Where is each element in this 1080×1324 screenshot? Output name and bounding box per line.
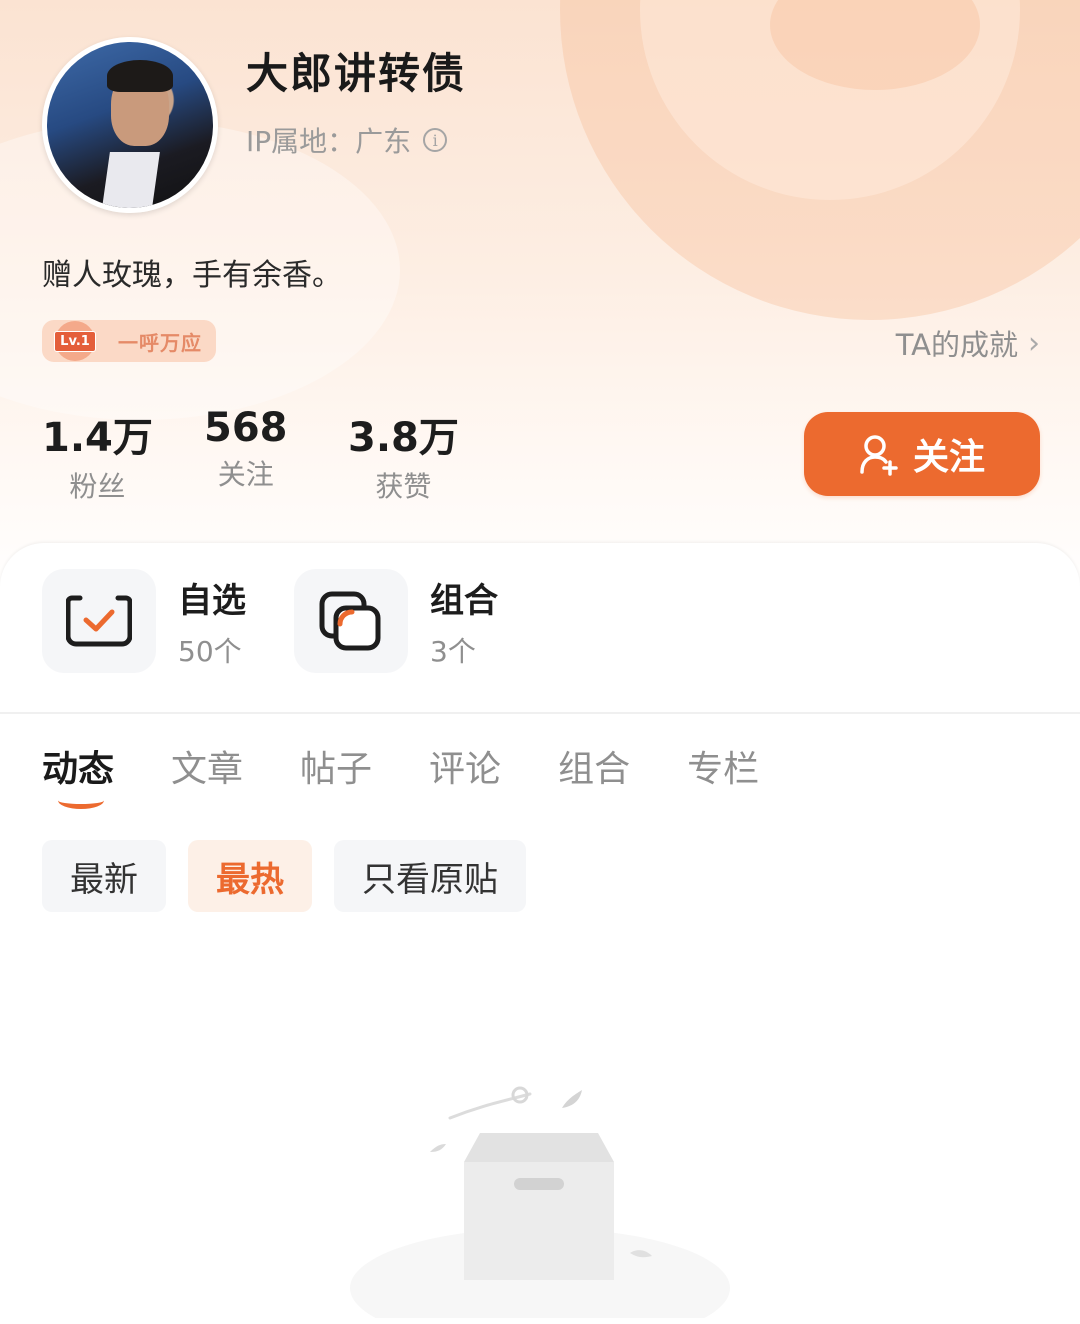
filter-latest[interactable]: 最新 [42,840,166,912]
tab-label: 组合 [558,749,631,790]
tab-label: 评论 [429,749,502,790]
tab-label: 专栏 [687,749,760,790]
add-user-icon [860,435,898,476]
checklist-icon [42,569,156,673]
ip-location: IP属地：广东 i [246,120,448,160]
content-card: 自选 50个 组合 3个 动态 文章 帖子 评论 组合 专栏 最新 最热 只看原… [0,543,1080,1324]
chevron-right-icon: › [1028,325,1040,361]
ip-location-text: IP属地：广东 [246,125,412,158]
follow-label: 关注 [912,437,985,478]
shortcut-title: 组合 [430,580,498,621]
level-tag: Lv.1 [54,330,96,352]
achievements-link[interactable]: TA的成就 › [896,322,1040,364]
tab-comments[interactable]: 评论 [429,740,501,792]
bio: 赠人玫瑰，手有余香。 [42,258,342,293]
divider [0,712,1080,714]
filter-hottest[interactable]: 最热 [188,840,312,912]
avatar[interactable] [42,37,218,213]
empty-box-illustration [350,1086,730,1318]
portfolio-icon [294,569,408,673]
stat-value: 568 [204,405,288,451]
stat-label: 关注 [217,458,274,491]
stat-value: 1.4万 [42,415,153,461]
shortcut-title: 自选 [178,580,246,621]
tab-dynamics[interactable]: 动态 [42,740,115,809]
level-emblem-icon: Lv.1 [44,318,106,364]
active-tab-indicator [58,792,104,809]
tab-articles[interactable]: 文章 [171,740,243,792]
info-icon[interactable]: i [423,128,448,152]
username: 大郎讲转债 [246,49,467,98]
stat-label: 粉丝 [69,470,126,503]
stat-value: 3.8万 [348,415,459,461]
filter-original-only[interactable]: 只看原贴 [334,840,526,912]
tab-label: 文章 [171,749,244,790]
stat-label: 获赞 [375,470,432,503]
stat-following[interactable]: 568 关注 [204,405,288,493]
follow-button[interactable]: 关注 [804,412,1040,496]
shortcut-watchlist[interactable]: 自选 50个 [42,569,246,673]
shortcut-count: 50个 [178,634,242,668]
tab-posts[interactable]: 帖子 [300,740,372,792]
tab-label: 帖子 [300,749,373,790]
content-tabs: 动态 文章 帖子 评论 组合 专栏 [42,740,816,809]
tab-portfolios[interactable]: 组合 [558,740,630,792]
tab-label: 动态 [42,749,115,790]
level-badge[interactable]: Lv.1 一呼万应 [42,320,216,362]
stat-likes[interactable]: 3.8万 获赞 [348,405,459,505]
stat-followers[interactable]: 1.4万 粉丝 [42,405,153,505]
shortcut-portfolio[interactable]: 组合 3个 [294,569,498,673]
tab-columns[interactable]: 专栏 [687,740,759,792]
post-filters: 最新 最热 只看原贴 [42,840,526,912]
shortcut-count: 3个 [430,634,476,668]
achievements-label: TA的成就 [895,328,1018,362]
level-name: 一呼万应 [118,330,202,355]
